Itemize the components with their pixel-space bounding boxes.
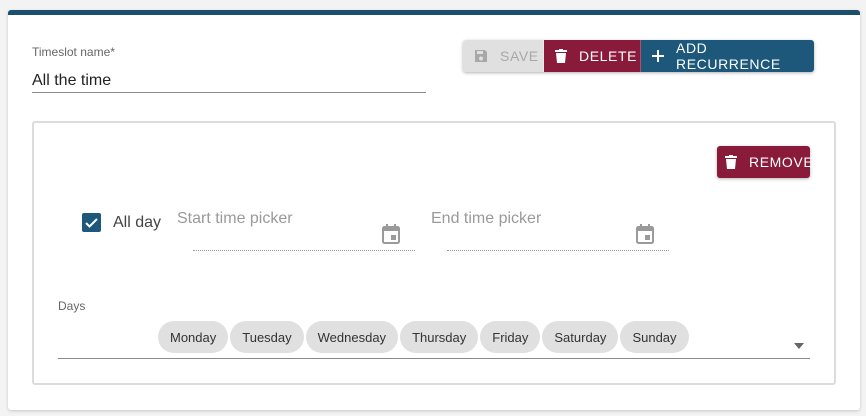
- end-time-placeholder: End time picker: [431, 210, 542, 227]
- day-chip-thursday[interactable]: Thursday: [400, 321, 479, 353]
- remove-button-label: REMOVE: [749, 154, 814, 170]
- day-chip-sunday[interactable]: Sunday: [620, 321, 689, 353]
- add-recurrence-button-label: ADD RECURRENCE: [676, 40, 781, 72]
- day-chip-monday[interactable]: Monday: [158, 321, 229, 353]
- delete-button[interactable]: DELETE: [544, 40, 641, 72]
- calendar-icon[interactable]: [636, 224, 654, 249]
- timeslot-name-label: Timeslot name*: [32, 45, 115, 59]
- day-chip-saturday[interactable]: Saturday: [542, 321, 619, 353]
- floppy-disk-icon: [474, 49, 488, 63]
- all-day-label: All day: [113, 213, 162, 231]
- days-label: Days: [58, 299, 86, 313]
- day-chip-friday[interactable]: Friday: [480, 321, 541, 353]
- timeslot-name-field[interactable]: Timeslot name*: [32, 45, 426, 93]
- remove-recurrence-button[interactable]: REMOVE: [717, 146, 814, 178]
- end-time-underline: [447, 250, 669, 251]
- delete-button-label: DELETE: [579, 48, 638, 64]
- day-chip-wednesday[interactable]: Wednesday: [305, 321, 399, 353]
- timeslot-name-input[interactable]: [32, 71, 426, 91]
- trash-icon: [555, 49, 567, 63]
- all-day-toggle[interactable]: All day: [82, 213, 161, 232]
- action-button-group: SAVE DELETE ADD RECURRENCE: [463, 40, 814, 72]
- day-chip-tuesday[interactable]: Tuesday: [230, 321, 304, 353]
- save-button[interactable]: SAVE: [463, 40, 544, 72]
- start-time-placeholder: Start time picker: [177, 210, 293, 227]
- trash-icon: [725, 155, 737, 169]
- start-time-underline: [193, 250, 415, 251]
- add-recurrence-button[interactable]: ADD RECURRENCE: [641, 40, 814, 72]
- all-day-checkbox[interactable]: [82, 213, 101, 232]
- timeslot-name-underline: [32, 92, 426, 93]
- timeslot-card: Timeslot name* SAVE DELETE ADD RECURRENC…: [8, 10, 860, 410]
- days-chip-list[interactable]: Monday Tuesday Wednesday Thursday Friday…: [158, 321, 691, 353]
- dropdown-arrow-icon[interactable]: [793, 336, 805, 354]
- recurrence-panel: REMOVE All day Start time picker End tim…: [32, 121, 836, 385]
- plus-icon: [652, 50, 664, 62]
- checkmark-icon: [85, 217, 98, 228]
- calendar-icon[interactable]: [382, 224, 400, 249]
- days-underline: [58, 358, 810, 359]
- save-button-label: SAVE: [500, 48, 539, 64]
